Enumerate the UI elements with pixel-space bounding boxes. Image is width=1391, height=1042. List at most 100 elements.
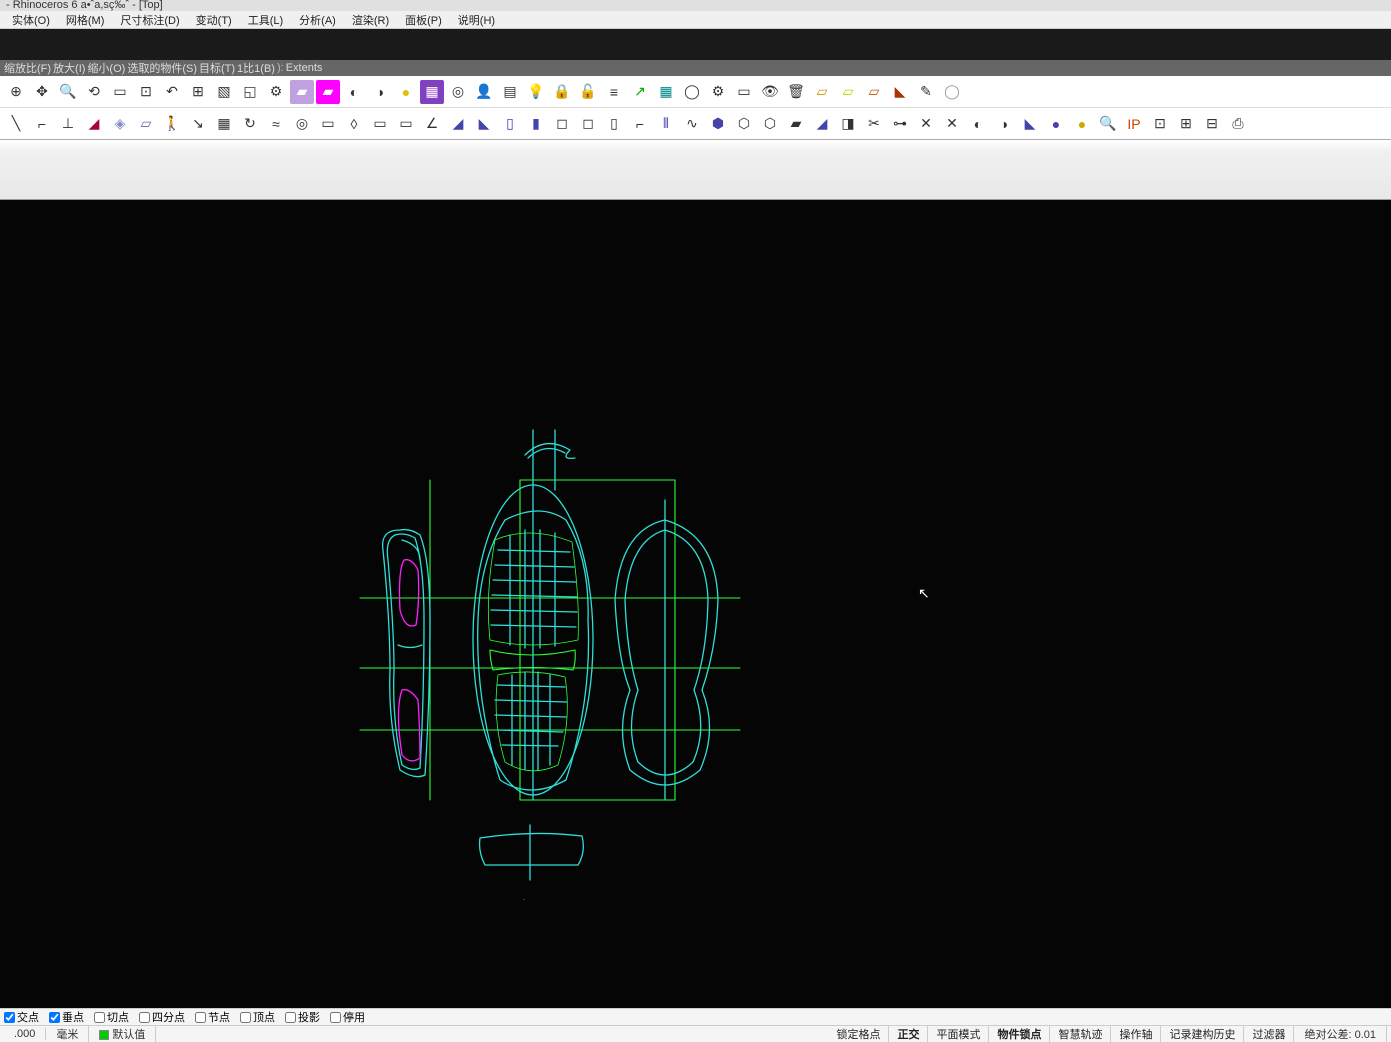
4view-icon[interactable]: ⊞ — [186, 80, 210, 104]
top-viewport[interactable]: ↖ — [0, 200, 1391, 1008]
show-icon[interactable]: 👤 — [472, 80, 496, 104]
box2-icon[interactable]: ▮ — [524, 112, 548, 136]
perp-icon[interactable]: ⊥ — [56, 112, 80, 136]
render-mesh-icon[interactable]: ● — [394, 80, 418, 104]
wave-icon[interactable]: ≈ — [264, 112, 288, 136]
menu-6[interactable]: 渲染(R) — [344, 12, 397, 28]
paper-icon[interactable]: ▯ — [602, 112, 626, 136]
pen-icon[interactable]: ✎ — [914, 80, 938, 104]
move-icon[interactable]: ✥ — [30, 80, 54, 104]
leader-icon[interactable]: ↘ — [186, 112, 210, 136]
dim-icon[interactable]: ▭ — [368, 112, 392, 136]
sphere2-icon[interactable]: ● — [1070, 112, 1094, 136]
osnap-check-7[interactable] — [330, 1012, 341, 1023]
box-icon[interactable]: ▯ — [498, 112, 522, 136]
ring-icon[interactable]: ◎ — [290, 112, 314, 136]
properties-icon[interactable]: ⚙ — [706, 80, 730, 104]
osnap-顶点[interactable]: 顶点 — [240, 1009, 275, 1025]
export-icon[interactable]: ▱ — [810, 80, 834, 104]
osnap-四分点[interactable]: 四分点 — [139, 1009, 185, 1025]
paint-icon[interactable]: ◣ — [888, 80, 912, 104]
osnap-垂点[interactable]: 垂点 — [49, 1009, 84, 1025]
osnap-交点[interactable]: 交点 — [4, 1009, 39, 1025]
node-icon[interactable]: ⊡ — [1148, 112, 1172, 136]
hex2-icon[interactable]: ⬡ — [732, 112, 756, 136]
gumball-icon[interactable]: ⚙ — [264, 80, 288, 104]
layer-field[interactable]: 默认值 — [89, 1026, 156, 1042]
status-toggle-2[interactable]: 平面模式 — [928, 1026, 989, 1042]
split-icon[interactable]: ◨ — [836, 112, 860, 136]
extrude-icon[interactable]: ▱ — [134, 112, 158, 136]
edit-layer-icon[interactable]: ▦ — [654, 80, 678, 104]
grid-icon[interactable]: ▦ — [212, 112, 236, 136]
eraser-icon[interactable]: ◊ — [342, 112, 366, 136]
node3-icon[interactable]: ⊟ — [1200, 112, 1224, 136]
lock-icon[interactable]: 🔒 — [550, 80, 574, 104]
menu-8[interactable]: 说明(H) — [450, 12, 503, 28]
osnap-check-3[interactable] — [139, 1012, 150, 1023]
status-toggle-1[interactable]: 正交 — [889, 1026, 928, 1042]
named-view-icon[interactable]: ▭ — [732, 80, 756, 104]
menu-5[interactable]: 分析(A) — [291, 12, 344, 28]
menu-4[interactable]: 工具(L) — [240, 12, 291, 28]
status-toggle-0[interactable]: 锁定格点 — [828, 1026, 889, 1042]
cross-icon[interactable]: ✕ — [914, 112, 938, 136]
cplane-icon[interactable]: ▧ — [212, 80, 236, 104]
ribbon-icon[interactable]: ◢ — [82, 112, 106, 136]
tag-icon[interactable]: ◈ — [108, 112, 132, 136]
shade-sel-icon[interactable]: ▰ — [316, 80, 340, 104]
sphere-icon[interactable]: ● — [1044, 112, 1068, 136]
camera-icon[interactable]: 👁 — [758, 80, 782, 104]
shade-icon[interactable]: ▰ — [290, 80, 314, 104]
zoom-icon[interactable]: 🔍 — [56, 80, 80, 104]
sel-filter-icon[interactable]: ▤ — [498, 80, 522, 104]
menu-7[interactable]: 面板(P) — [397, 12, 450, 28]
array-icon[interactable]: ⫴ — [654, 112, 678, 136]
osnap-check-2[interactable] — [94, 1012, 105, 1023]
polyline-icon[interactable]: ⌐ — [30, 112, 54, 136]
trash-icon[interactable]: 🗑 — [784, 80, 808, 104]
globe-icon[interactable]: ◯ — [680, 80, 704, 104]
render-preview-icon[interactable]: ◑ — [368, 80, 392, 104]
sweep-icon[interactable]: ◢ — [446, 112, 470, 136]
ip-icon[interactable]: IP — [1122, 112, 1146, 136]
osnap-节点[interactable]: 节点 — [195, 1009, 230, 1025]
cut-icon[interactable]: ✂ — [862, 112, 886, 136]
zoom-extents-icon[interactable]: ⊡ — [134, 80, 158, 104]
join-icon[interactable]: ⊶ — [888, 112, 912, 136]
zoom-dynamic-icon[interactable]: ⟲ — [82, 80, 106, 104]
menu-3[interactable]: 变动(T) — [188, 12, 240, 28]
sweep2-icon[interactable]: ◣ — [472, 112, 496, 136]
hide-icon[interactable]: ◎ — [446, 80, 470, 104]
render-icon[interactable]: ◐ — [342, 80, 366, 104]
layer-icon[interactable]: ≡ — [602, 80, 626, 104]
morph2-icon[interactable]: ◢ — [810, 112, 834, 136]
menu-1[interactable]: 网格(M) — [58, 12, 113, 28]
light-icon[interactable]: 💡 — [524, 80, 548, 104]
pan-icon[interactable]: ⊕ — [4, 80, 28, 104]
line-icon[interactable]: ╲ — [4, 112, 28, 136]
hex3-icon[interactable]: ⬡ — [758, 112, 782, 136]
node2-icon[interactable]: ⊞ — [1174, 112, 1198, 136]
morph-icon[interactable]: ▰ — [784, 112, 808, 136]
command-prompt[interactable]: 缩放比(F) 放大(I) 缩小(O) 选取的物件(S) 目标(T) 1比1(B)… — [0, 60, 1391, 76]
bool2-icon[interactable]: ◑ — [992, 112, 1016, 136]
import-icon[interactable]: ▱ — [836, 80, 860, 104]
osnap-check-1[interactable] — [49, 1012, 60, 1023]
wavy-icon[interactable]: ∿ — [680, 112, 704, 136]
menu-2[interactable]: 尺寸标注(D) — [112, 12, 187, 28]
status-toggle-6[interactable]: 记录建构历史 — [1161, 1026, 1244, 1042]
status-toggle-4[interactable]: 智慧轨迹 — [1050, 1026, 1111, 1042]
angle-icon[interactable]: ∠ — [420, 112, 444, 136]
unlock-icon[interactable]: 🔓 — [576, 80, 600, 104]
zoom-window-icon[interactable]: ▭ — [108, 80, 132, 104]
osnap-停用[interactable]: 停用 — [330, 1009, 365, 1025]
menu-0[interactable]: 实体(O) — [4, 12, 58, 28]
bool-icon[interactable]: ◐ — [966, 112, 990, 136]
history-icon[interactable]: ↻ — [238, 112, 262, 136]
osnap-投影[interactable]: 投影 — [285, 1009, 320, 1025]
blend-icon[interactable]: ◣ — [1018, 112, 1042, 136]
osnap-切点[interactable]: 切点 — [94, 1009, 129, 1025]
osnap-check-0[interactable] — [4, 1012, 15, 1023]
cross2-icon[interactable]: ✕ — [940, 112, 964, 136]
